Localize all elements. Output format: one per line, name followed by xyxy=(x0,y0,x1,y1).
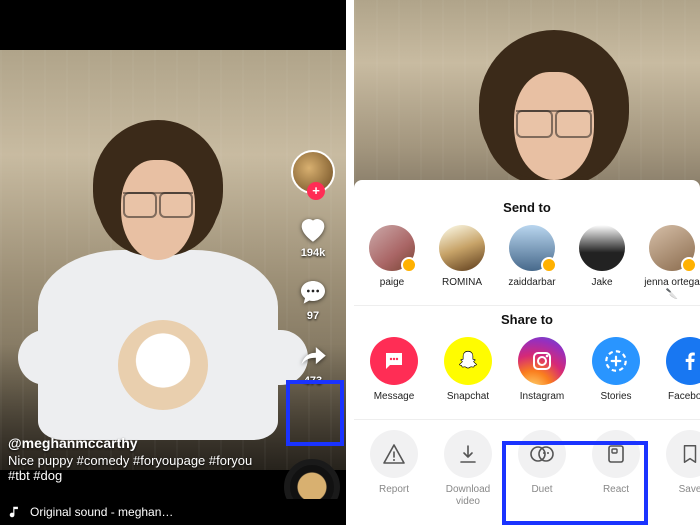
side-by-side: + 194k 97 473 @meghanmccarthy Nice puppy… xyxy=(0,0,700,525)
bookmark-icon xyxy=(666,430,700,478)
send-contact-0[interactable]: paige xyxy=(364,225,420,299)
instagram-icon xyxy=(518,337,566,385)
contact-avatar xyxy=(579,225,625,271)
divider xyxy=(354,305,700,306)
comment-count: 97 xyxy=(307,310,319,322)
caption-block: @meghanmccarthy Nice puppy #comedy #fory… xyxy=(8,435,276,483)
contact-name: ROMINA xyxy=(442,277,482,299)
phone-left-feed: + 194k 97 473 @meghanmccarthy Nice puppy… xyxy=(0,0,346,525)
share-sheet: Send to paige ROMINA zaiddarbar Jake xyxy=(354,180,700,525)
verified-badge-icon xyxy=(401,257,417,273)
contact-name: paige xyxy=(380,277,404,299)
send-contact-4[interactable]: jenna ortega🔪 xyxy=(644,225,700,299)
follow-plus-icon[interactable]: + xyxy=(307,182,325,200)
stories-icon xyxy=(592,337,640,385)
tutorial-highlight-share xyxy=(286,380,344,446)
share-target-label: Snapchat xyxy=(447,391,489,413)
contact-name: jenna ortega🔪 xyxy=(644,277,700,299)
caption-text[interactable]: Nice puppy #comedy #foryoupage #foryou #… xyxy=(8,453,252,483)
share-target-label: Instagram xyxy=(520,391,564,413)
share-target-message[interactable]: Message xyxy=(364,337,424,413)
action-label: Save xyxy=(679,484,700,506)
action-label: Download video xyxy=(438,484,498,506)
sound-title: Original sound - meghan… xyxy=(30,505,173,519)
send-to-title: Send to xyxy=(354,200,700,215)
share-target-label: Message xyxy=(374,391,415,413)
action-rail: + 194k 97 473 xyxy=(286,150,340,387)
music-note-icon xyxy=(8,505,22,519)
contact-name: zaiddarbar xyxy=(508,277,555,299)
download-icon xyxy=(444,430,492,478)
send-contact-2[interactable]: zaiddarbar xyxy=(504,225,560,299)
facebook-icon xyxy=(666,337,700,385)
snapchat-icon xyxy=(444,337,492,385)
like-button[interactable]: 194k xyxy=(296,212,330,259)
contact-avatar xyxy=(369,225,415,271)
report-icon xyxy=(370,430,418,478)
share-target-snapchat[interactable]: Snapchat xyxy=(438,337,498,413)
share-target-stories[interactable]: Stories xyxy=(586,337,646,413)
contact-avatar xyxy=(649,225,695,271)
share-target-facebook[interactable]: Facebook xyxy=(660,337,700,413)
contact-avatar xyxy=(509,225,555,271)
action-report[interactable]: Report xyxy=(364,430,424,506)
heart-icon xyxy=(296,212,330,246)
share-arrow-icon xyxy=(296,340,330,374)
action-download-video[interactable]: Download video xyxy=(438,430,498,506)
author-handle[interactable]: @meghanmccarthy xyxy=(8,435,276,451)
verified-badge-icon xyxy=(541,257,557,273)
send-contact-1[interactable]: ROMINA xyxy=(434,225,490,299)
author-avatar[interactable]: + xyxy=(291,150,335,194)
video-subject xyxy=(28,120,268,460)
send-contact-3[interactable]: Jake xyxy=(574,225,630,299)
share-target-instagram[interactable]: Instagram xyxy=(512,337,572,413)
contact-name: Jake xyxy=(591,277,612,299)
share-to-row[interactable]: Message Snapchat Instagram xyxy=(354,337,700,413)
comment-icon xyxy=(297,277,329,309)
share-target-label: Stories xyxy=(600,391,631,413)
phone-right-share-sheet: Send to paige ROMINA zaiddarbar Jake xyxy=(354,0,700,525)
share-target-label: Facebook xyxy=(668,391,700,413)
message-icon xyxy=(370,337,418,385)
like-count: 194k xyxy=(301,247,325,259)
video-player xyxy=(354,0,700,210)
share-to-title: Share to xyxy=(354,312,700,327)
send-to-row[interactable]: paige ROMINA zaiddarbar Jake jenna orteg… xyxy=(354,225,700,299)
divider xyxy=(354,419,700,420)
action-save[interactable]: Save xyxy=(660,430,700,506)
contact-avatar xyxy=(439,225,485,271)
tutorial-highlight-duet-react xyxy=(502,441,648,525)
comment-button[interactable]: 97 xyxy=(297,277,329,322)
verified-badge-icon xyxy=(681,257,697,273)
sound-marquee[interactable]: Original sound - meghan… xyxy=(0,499,346,525)
action-label: Report xyxy=(379,484,409,506)
